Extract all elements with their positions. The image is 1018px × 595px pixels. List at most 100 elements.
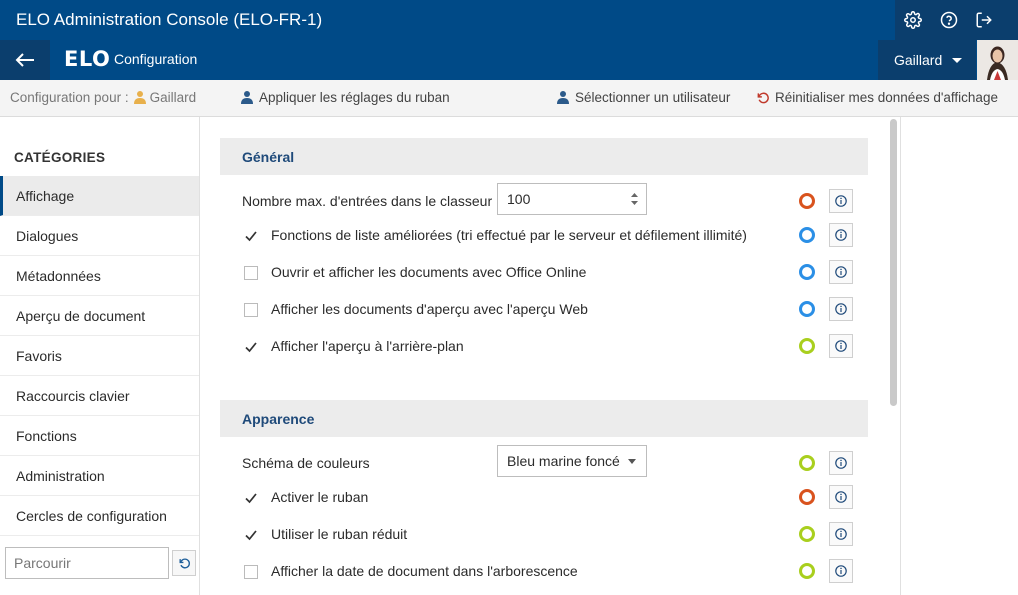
- sidebar-item-metadonnees[interactable]: Métadonnées: [0, 256, 199, 296]
- state-indicator[interactable]: [799, 193, 815, 209]
- logout-icon[interactable]: [966, 0, 1002, 40]
- section-general-header: Général: [220, 138, 868, 175]
- reset-display-label: Réinitialiser mes données d'affichage: [775, 90, 998, 105]
- user-menu-button[interactable]: Gaillard: [878, 40, 976, 80]
- sidebar-item-label: Cercles de configuration: [16, 507, 167, 524]
- reset-search-button[interactable]: [172, 550, 196, 576]
- state-indicator[interactable]: [799, 264, 815, 280]
- select-value: Bleu marine foncé: [507, 453, 620, 469]
- page-title: Configuration: [114, 51, 198, 67]
- checkbox-checked[interactable]: [244, 229, 258, 243]
- setting-row: Afficher l'aperçu à l'arrière-plan: [220, 328, 868, 365]
- config-for: Configuration pour : Gaillard: [10, 90, 196, 105]
- state-indicator[interactable]: [799, 526, 815, 542]
- setting-label: Afficher la date de document dans l'arbo…: [271, 563, 578, 579]
- user-name: Gaillard: [894, 52, 943, 68]
- info-icon[interactable]: [829, 522, 853, 546]
- reset-display-button[interactable]: Réinitialiser mes données d'affichage: [756, 90, 998, 105]
- sidebar-item-label: Fonctions: [16, 427, 77, 444]
- sidebar-item-raccourcis[interactable]: Raccourcis clavier: [0, 376, 199, 416]
- sidebar-item-dialogues[interactable]: Dialogues: [0, 216, 199, 256]
- checkbox-checked[interactable]: [244, 528, 258, 542]
- setting-label: Activer le ruban: [271, 489, 369, 505]
- window-title: ELO Administration Console (ELO-FR-1): [16, 10, 323, 29]
- info-icon[interactable]: [829, 223, 853, 247]
- sidebar-item-apercu-document[interactable]: Aperçu de document: [0, 296, 199, 336]
- color-scheme-select[interactable]: Bleu marine foncé: [497, 445, 647, 477]
- info-icon[interactable]: [829, 297, 853, 321]
- setting-label: Afficher l'aperçu à l'arrière-plan: [271, 338, 464, 354]
- sidebar-item-label: Favoris: [16, 347, 62, 364]
- category-list: Affichage Dialogues Métadonnées Aperçu d…: [0, 176, 199, 536]
- stepper-value: 100: [507, 191, 531, 207]
- info-icon[interactable]: [829, 451, 853, 475]
- info-icon[interactable]: [829, 260, 853, 284]
- chevron-down-icon: [628, 459, 636, 464]
- info-icon[interactable]: [829, 334, 853, 358]
- help-icon[interactable]: [931, 0, 967, 40]
- setting-label: Nombre max. d'entrées dans le classeur: [242, 193, 493, 209]
- setting-max-entries: Nombre max. d'entrées dans le classeur 1…: [220, 183, 868, 220]
- setting-row: Fonctions de liste améliorées (tri effec…: [220, 217, 868, 254]
- setting-color-scheme: Schéma de couleurs Bleu marine foncé: [220, 445, 868, 482]
- state-indicator[interactable]: [799, 227, 815, 243]
- navigation-bar: ELO Configuration Gaillard: [0, 40, 1018, 80]
- checkbox-unchecked[interactable]: [244, 266, 258, 280]
- checkbox-checked[interactable]: [244, 340, 258, 354]
- info-icon[interactable]: [829, 485, 853, 509]
- max-entries-stepper[interactable]: 100: [497, 183, 647, 215]
- checkbox-unchecked[interactable]: [244, 565, 258, 579]
- elo-logo: ELO: [64, 47, 111, 71]
- state-indicator[interactable]: [799, 489, 815, 505]
- sidebar-item-affichage[interactable]: Affichage: [0, 176, 199, 216]
- checkbox-unchecked[interactable]: [244, 303, 258, 317]
- info-icon[interactable]: [829, 189, 853, 213]
- sidebar-item-label: Métadonnées: [16, 267, 101, 284]
- setting-row: Afficher la date de document dans l'arbo…: [220, 553, 868, 590]
- setting-row: Afficher les documents d'aperçu avec l'a…: [220, 291, 868, 328]
- sidebar: CATÉGORIES Affichage Dialogues Métadonné…: [0, 117, 200, 595]
- reset-icon: [757, 92, 769, 103]
- gear-icon[interactable]: [895, 0, 931, 40]
- toolbar: Configuration pour : Gaillard Appliquer …: [0, 80, 1018, 117]
- spinner-icon: [631, 193, 638, 205]
- sidebar-item-label: Raccourcis clavier: [16, 387, 130, 404]
- scrollbar[interactable]: [890, 119, 897, 406]
- sidebar-item-fonctions[interactable]: Fonctions: [0, 416, 199, 456]
- user-icon: [133, 91, 146, 104]
- sidebar-item-favoris[interactable]: Favoris: [0, 336, 199, 376]
- config-for-user: Gaillard: [149, 90, 197, 105]
- state-indicator[interactable]: [799, 338, 815, 354]
- config-for-label: Configuration pour :: [10, 90, 129, 105]
- search-input[interactable]: [5, 547, 169, 579]
- settings-panel: Général Nombre max. d'entrées dans le cl…: [200, 117, 900, 595]
- info-icon[interactable]: [829, 559, 853, 583]
- section-appearance-header: Apparence: [220, 400, 868, 437]
- title-bar: ELO Administration Console (ELO-FR-1): [0, 0, 1018, 40]
- setting-row: Ouvrir et afficher les documents avec Of…: [220, 254, 868, 291]
- right-pane: [900, 117, 1018, 595]
- back-arrow-icon[interactable]: [0, 40, 50, 80]
- sidebar-item-label: Administration: [16, 467, 105, 484]
- user-icon: [557, 91, 569, 104]
- refresh-icon: [178, 557, 190, 568]
- categories-heading: CATÉGORIES: [14, 150, 106, 165]
- state-indicator[interactable]: [799, 301, 815, 317]
- select-user-button[interactable]: Sélectionner un utilisateur: [556, 90, 730, 105]
- state-indicator[interactable]: [799, 563, 815, 579]
- select-user-label: Sélectionner un utilisateur: [575, 90, 731, 105]
- setting-row: Activer le ruban: [220, 479, 868, 516]
- setting-label: Utiliser le ruban réduit: [271, 526, 408, 542]
- sidebar-item-administration[interactable]: Administration: [0, 456, 199, 496]
- state-indicator[interactable]: [799, 455, 815, 471]
- checkbox-checked[interactable]: [244, 491, 258, 505]
- apply-ribbon-label: Appliquer les réglages du ruban: [259, 90, 450, 105]
- sidebar-item-cercles[interactable]: Cercles de configuration: [0, 496, 199, 536]
- setting-label: Afficher les documents d'aperçu avec l'a…: [271, 301, 588, 317]
- apply-ribbon-button[interactable]: Appliquer les réglages du ruban: [240, 90, 450, 105]
- user-icon: [241, 91, 253, 104]
- setting-row: Utiliser le ruban réduit: [220, 516, 868, 553]
- avatar[interactable]: [977, 40, 1018, 80]
- setting-label: Ouvrir et afficher les documents avec Of…: [271, 264, 587, 280]
- sidebar-item-label: Aperçu de document: [16, 307, 146, 324]
